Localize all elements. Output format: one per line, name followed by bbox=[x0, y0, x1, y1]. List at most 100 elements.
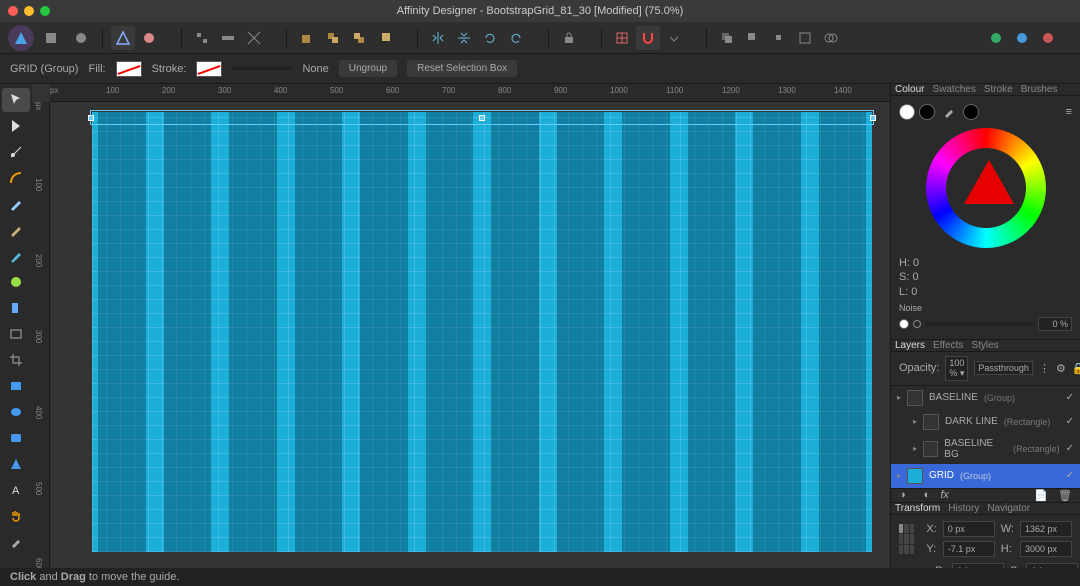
move-front-button[interactable] bbox=[373, 26, 397, 50]
flip-v-button[interactable] bbox=[452, 26, 476, 50]
dropdown-button[interactable] bbox=[662, 26, 686, 50]
status-text: Click and Drag to move the guide. bbox=[10, 571, 179, 583]
noise-slider[interactable] bbox=[925, 322, 1034, 326]
sampled-colour-well[interactable] bbox=[963, 104, 979, 120]
flip-h-button[interactable] bbox=[426, 26, 450, 50]
tab-transform[interactable]: Transform bbox=[895, 503, 940, 514]
canvas[interactable] bbox=[50, 102, 890, 568]
tab-effects[interactable]: Effects bbox=[933, 340, 963, 351]
ungroup-button[interactable]: Ungroup bbox=[339, 60, 397, 77]
stroke-colour-well[interactable] bbox=[919, 104, 935, 120]
maximize-window-button[interactable] bbox=[40, 6, 50, 16]
grid-button[interactable] bbox=[610, 26, 634, 50]
artboard[interactable] bbox=[92, 112, 872, 552]
crop-tool[interactable] bbox=[2, 348, 30, 372]
opacity-input[interactable]: 100 % ▾ bbox=[945, 356, 968, 381]
triangle-tool[interactable] bbox=[2, 452, 30, 476]
op-subtract-button[interactable] bbox=[741, 26, 765, 50]
r-input[interactable] bbox=[952, 563, 1004, 568]
align-button[interactable] bbox=[216, 26, 240, 50]
view-split-button[interactable] bbox=[1010, 26, 1034, 50]
fill-swatch[interactable] bbox=[116, 61, 142, 77]
rotate-ccw-button[interactable] bbox=[478, 26, 502, 50]
corner-tool[interactable] bbox=[2, 166, 30, 190]
op-add-button[interactable] bbox=[715, 26, 739, 50]
rectangle-tool[interactable] bbox=[2, 374, 30, 398]
stroke-swatch[interactable] bbox=[196, 61, 222, 77]
anchor-selector[interactable] bbox=[899, 524, 914, 554]
layer-lock-icon[interactable]: 🔒 bbox=[1072, 362, 1080, 375]
lock-button[interactable] bbox=[557, 26, 581, 50]
layer-item[interactable]: ▸BASELINE (Group)✓ bbox=[891, 386, 1080, 410]
node-tool[interactable] bbox=[2, 140, 30, 164]
rotate-cw-button[interactable] bbox=[504, 26, 528, 50]
layer-options-icon[interactable]: ⋮ bbox=[1039, 362, 1050, 375]
magnet-snap-button[interactable] bbox=[636, 26, 660, 50]
noise-toggle-on[interactable] bbox=[913, 320, 921, 328]
tab-brushes[interactable]: Brushes bbox=[1021, 84, 1058, 95]
reset-selection-button[interactable]: Reset Selection Box bbox=[407, 60, 517, 77]
transparency-tool[interactable] bbox=[2, 296, 30, 320]
layer-settings-icon[interactable]: ⚙ bbox=[1056, 362, 1066, 375]
tab-navigator[interactable]: Navigator bbox=[987, 503, 1030, 514]
delete-layer-icon[interactable]: 🗑 bbox=[1058, 489, 1072, 502]
designer-persona-button[interactable] bbox=[8, 25, 34, 51]
tab-styles[interactable]: Styles bbox=[971, 340, 998, 351]
tab-swatches[interactable]: Swatches bbox=[932, 84, 975, 95]
fill-colour-well[interactable] bbox=[899, 104, 915, 120]
y-input[interactable] bbox=[943, 541, 995, 557]
stroke-width-slider[interactable] bbox=[232, 67, 292, 70]
adjustment-icon[interactable]: ◐ bbox=[924, 489, 931, 501]
place-image-tool[interactable] bbox=[2, 322, 30, 346]
tab-colour[interactable]: Colour bbox=[895, 84, 924, 95]
tab-history[interactable]: History bbox=[948, 503, 979, 514]
w-input[interactable] bbox=[1020, 521, 1072, 537]
move-backward-button[interactable] bbox=[321, 26, 345, 50]
fx-icon[interactable]: fx bbox=[940, 489, 949, 501]
add-layer-icon[interactable]: 📄 bbox=[1034, 489, 1048, 502]
vertical-ruler[interactable]: px100200300400500600 bbox=[32, 102, 50, 568]
pixel-persona-button[interactable] bbox=[38, 25, 64, 51]
move-back-button[interactable] bbox=[295, 26, 319, 50]
pen-tool[interactable] bbox=[2, 192, 30, 216]
op-combine-button[interactable] bbox=[819, 26, 843, 50]
snap-button[interactable] bbox=[190, 26, 214, 50]
blend-mode-select[interactable]: Passthrough bbox=[974, 361, 1033, 375]
vector-mode-button[interactable] bbox=[111, 26, 135, 50]
move-forward-button[interactable] bbox=[347, 26, 371, 50]
pixel-mode-button[interactable] bbox=[137, 26, 161, 50]
fill-tool[interactable] bbox=[2, 270, 30, 294]
pencil-tool[interactable] bbox=[2, 218, 30, 242]
colour-menu-button[interactable]: ≡ bbox=[1066, 106, 1072, 118]
tab-layers[interactable]: Layers bbox=[895, 340, 925, 351]
move-tool[interactable] bbox=[2, 88, 30, 112]
text-tool[interactable]: A bbox=[2, 478, 30, 502]
mask-icon[interactable]: ◑ bbox=[899, 489, 906, 501]
view-single-button[interactable] bbox=[984, 26, 1008, 50]
noise-toggle-off[interactable] bbox=[899, 319, 909, 329]
colour-wheel[interactable] bbox=[926, 128, 1046, 248]
horizontal-ruler[interactable]: px10020030040050060070080090010001100120… bbox=[50, 84, 890, 102]
tab-stroke[interactable]: Stroke bbox=[984, 84, 1013, 95]
export-persona-button[interactable] bbox=[68, 25, 94, 51]
view-mirror-button[interactable] bbox=[1036, 26, 1060, 50]
s-input[interactable] bbox=[1026, 563, 1078, 568]
hand-tool[interactable] bbox=[2, 504, 30, 528]
layer-item[interactable]: ▸GRID (Group)✓ bbox=[891, 464, 1080, 488]
op-divide-button[interactable] bbox=[793, 26, 817, 50]
brush-tool[interactable] bbox=[2, 244, 30, 268]
noise-value[interactable]: 0 % bbox=[1038, 317, 1072, 331]
minimize-window-button[interactable] bbox=[24, 6, 34, 16]
layer-item[interactable]: ▸DARK LINE (Rectangle)✓ bbox=[891, 410, 1080, 434]
h-input[interactable] bbox=[1020, 541, 1072, 557]
distribute-button[interactable] bbox=[242, 26, 266, 50]
rounded-rect-tool[interactable] bbox=[2, 426, 30, 450]
layer-item[interactable]: ▸BASELINE BG (Rectangle)✓ bbox=[891, 434, 1080, 464]
artboard-tool[interactable] bbox=[2, 114, 30, 138]
colour-picker-tool[interactable] bbox=[2, 530, 30, 554]
close-window-button[interactable] bbox=[8, 6, 18, 16]
op-intersect-button[interactable] bbox=[767, 26, 791, 50]
x-input[interactable] bbox=[943, 521, 995, 537]
eyedropper-icon[interactable] bbox=[943, 106, 955, 118]
ellipse-tool[interactable] bbox=[2, 400, 30, 424]
